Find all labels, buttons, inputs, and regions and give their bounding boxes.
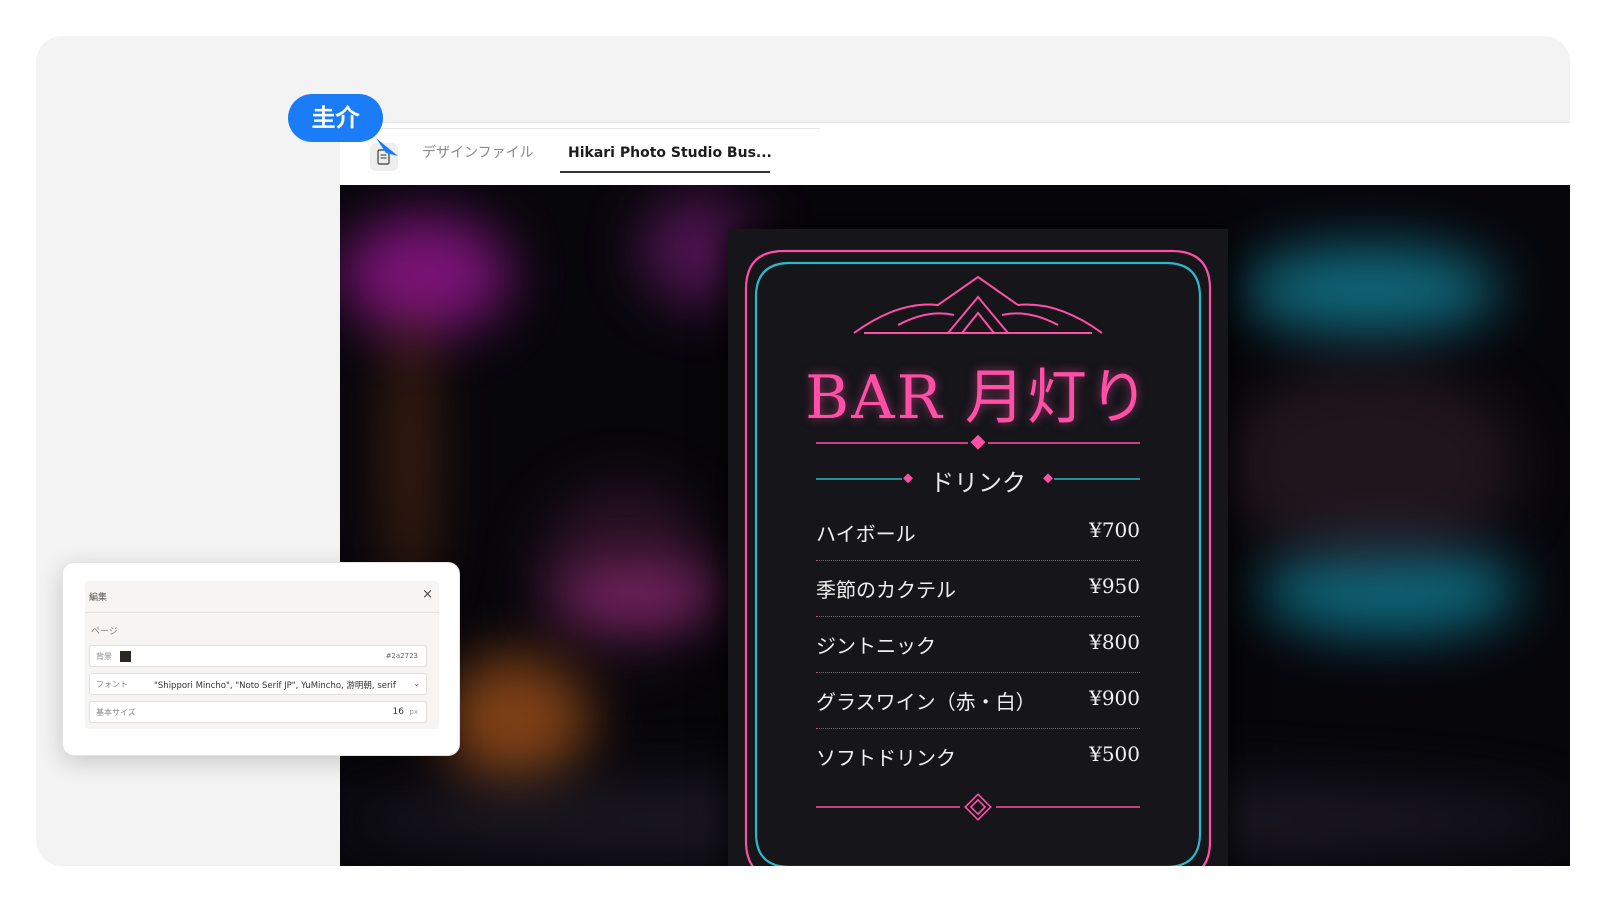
- menu-item-price: ¥800: [1089, 630, 1140, 654]
- close-icon[interactable]: ×: [422, 587, 433, 602]
- font-label: フォント: [96, 680, 128, 689]
- background-color-value: #2a2723: [385, 652, 418, 660]
- bg-lamp-stem: [390, 305, 430, 605]
- menu-item-name: ジントニック: [816, 634, 936, 658]
- background-color-field[interactable]: 背景 #2a2723: [89, 645, 427, 667]
- chevron-down-icon[interactable]: ⌄: [413, 679, 420, 688]
- menu-item-price: ¥900: [1089, 686, 1140, 710]
- bg-bottles-right: [1220, 365, 1520, 565]
- menu-item-name: グラスワイン（赤・白）: [816, 690, 1036, 714]
- menu-item-name: ハイボール: [816, 522, 916, 546]
- menu-item-row: グラスワイン（赤・白） ¥900: [816, 673, 1140, 729]
- tab-bar-divider: [360, 128, 820, 129]
- edit-panel-title: 編集: [89, 593, 108, 603]
- menu-item-row: ソフトドリンク ¥500: [816, 729, 1140, 785]
- menu-item-row: ジントニック ¥800: [816, 617, 1140, 673]
- bg-bottles-left: [540, 485, 710, 655]
- tab-bar: デザインファイル Hikari Photo Studio Bus...: [340, 123, 1570, 185]
- edit-panel: 編集 × ページ 背景 #2a2723 フォント "Shippori Minch…: [62, 562, 460, 756]
- design-canvas[interactable]: BAR 月灯り ドリンク ハイボール ¥700 季節のカクテル ¥950 ジント…: [340, 185, 1570, 866]
- bg-teal-right-top: [1240, 245, 1500, 335]
- menu-title: BAR 月灯り: [805, 363, 1151, 433]
- tab-hikari-photo-studio[interactable]: Hikari Photo Studio Bus...: [560, 133, 772, 173]
- edit-panel-body: 編集 × ページ 背景 #2a2723 フォント "Shippori Minch…: [85, 581, 439, 729]
- edit-panel-header: 編集 ×: [85, 581, 439, 613]
- menu-item-row: 季節のカクテル ¥950: [816, 561, 1140, 617]
- page-section-label: ページ: [91, 627, 118, 637]
- menu-item-price: ¥950: [1089, 574, 1140, 598]
- base-size-label: 基本サイズ: [96, 708, 136, 717]
- menu-item-row: ハイボール ¥700: [816, 505, 1140, 561]
- base-size-value: 16: [392, 707, 404, 717]
- tab-design-files[interactable]: デザインファイル: [422, 133, 534, 173]
- bg-candle: [440, 655, 590, 785]
- bg-pink-lights: [550, 575, 730, 615]
- background-color-swatch[interactable]: [120, 651, 131, 662]
- font-family-value: "Shippori Mincho", "Noto Serif JP", YuMi…: [154, 681, 396, 691]
- bg-lamp-glow: [340, 215, 510, 335]
- editor-window: デザインファイル Hikari Photo Studio Bus... BAR …: [340, 122, 1570, 866]
- menu-item-name: ソフトドリンク: [816, 746, 956, 770]
- font-family-select[interactable]: フォント "Shippori Mincho", "Noto Serif JP",…: [89, 673, 427, 695]
- menu-section-title: ドリンク: [930, 469, 1026, 497]
- menu-item-price: ¥700: [1089, 518, 1140, 542]
- collaborator-badge: 圭介: [288, 94, 383, 142]
- cursor-pointer-icon: [376, 138, 398, 156]
- bar-menu-board[interactable]: BAR 月灯り ドリンク ハイボール ¥700 季節のカクテル ¥950 ジント…: [728, 229, 1228, 866]
- menu-item-name: 季節のカクテル: [816, 578, 956, 602]
- base-size-unit: px: [409, 708, 418, 716]
- background-label: 背景: [96, 652, 112, 661]
- menu-item-price: ¥500: [1089, 742, 1140, 766]
- base-size-field[interactable]: 基本サイズ 16 px: [89, 701, 427, 723]
